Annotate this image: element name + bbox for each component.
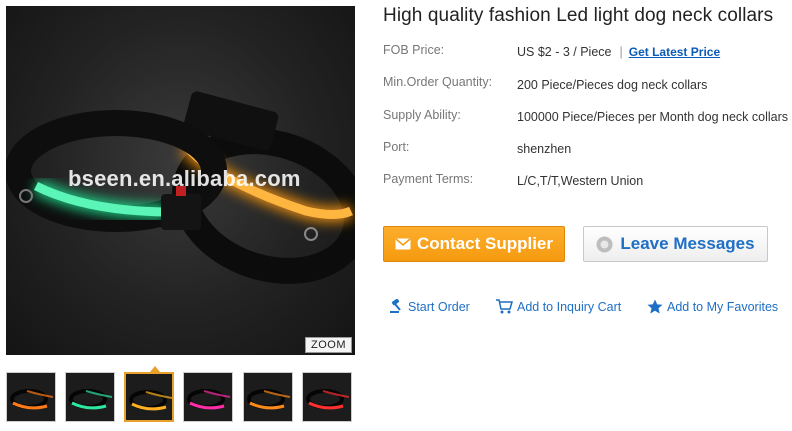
product-title: High quality fashion Led light dog neck … (383, 5, 774, 26)
add-to-favorites-link[interactable]: Add to My Favorites (647, 299, 778, 314)
thumbnail-collar-icon (10, 389, 54, 410)
thumbnail-strip (6, 366, 356, 426)
chat-bubble-icon (596, 236, 613, 253)
payment-terms-label: Payment Terms: (383, 172, 474, 186)
start-order-label: Start Order (408, 299, 470, 314)
leave-messages-button[interactable]: Leave Messages (583, 226, 768, 262)
inquiry-cart-label: Add to Inquiry Cart (517, 299, 622, 314)
contact-supplier-button[interactable]: Contact Supplier (383, 226, 565, 262)
watermark-text: bseen.en.alibaba.com (68, 166, 301, 191)
cart-icon (496, 299, 513, 314)
fob-price-value: US $2 - 3 / Piece | Get Latest Price (517, 45, 720, 59)
supply-ability-value: 100000 Piece/Pieces per Month dog neck c… (517, 110, 788, 124)
thumbnail-4[interactable] (183, 372, 233, 422)
thumbnail-2[interactable] (65, 372, 115, 422)
port-label: Port: (383, 140, 410, 154)
get-latest-price-link[interactable]: Get Latest Price (629, 45, 720, 59)
star-icon (647, 299, 663, 314)
thumbnail-5[interactable] (243, 372, 293, 422)
start-order-link[interactable]: Start Order (389, 299, 470, 314)
add-to-inquiry-cart-link[interactable]: Add to Inquiry Cart (495, 299, 621, 314)
thumbnail-3[interactable] (124, 372, 174, 422)
thumbnail-collar-icon (247, 389, 291, 410)
separator: | (619, 45, 623, 59)
zoom-button[interactable]: ZOOM (305, 337, 352, 353)
gavel-icon (390, 299, 401, 313)
envelope-icon (395, 238, 411, 250)
min-order-label: Min.Order Quantity: (383, 75, 493, 89)
favorites-label: Add to My Favorites (667, 299, 779, 314)
thumbnail-collar-icon (129, 390, 172, 411)
thumbnail-collar-icon (69, 389, 113, 410)
thumbnail-collar-icon (306, 389, 350, 410)
thumbnail-1[interactable] (6, 372, 56, 422)
main-product-image[interactable]: bseen.en.alibaba.com ZOOM (6, 6, 355, 355)
fob-price-label: FOB Price: (383, 43, 445, 57)
thumbnail-6[interactable] (302, 372, 352, 422)
thumbnail-collar-icon (187, 389, 231, 410)
min-order-value: 200 Piece/Pieces dog neck collars (517, 78, 708, 92)
contact-supplier-label: Contact Supplier (416, 234, 553, 253)
supply-ability-label: Supply Ability: (383, 108, 461, 122)
payment-terms-value: L/C,T/T,Western Union (517, 174, 644, 188)
fob-price-amount: US $2 - 3 / Piece (517, 45, 612, 59)
port-value: shenzhen (517, 142, 572, 156)
leave-messages-label: Leave Messages (620, 234, 755, 253)
